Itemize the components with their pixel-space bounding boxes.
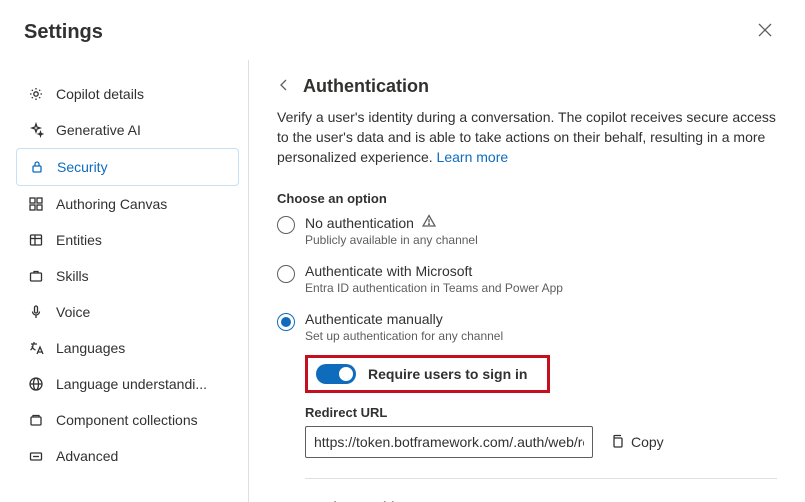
option-subtitle: Set up authentication for any channel [305,329,503,343]
close-icon [758,23,772,42]
redirect-url-row: Copy [305,426,777,458]
sidebar-item-generative-ai[interactable]: Generative AI [16,112,239,148]
sidebar-item-voice[interactable]: Voice [16,294,239,330]
entities-icon [28,232,44,248]
advanced-icon [28,448,44,464]
sidebar-item-languages[interactable]: Languages [16,330,239,366]
option-auth-manual[interactable]: Authenticate manually Set up authenticat… [277,311,777,343]
option-title: Authenticate manually [305,311,503,327]
collections-icon [28,412,44,428]
section-title: Authentication [303,76,429,97]
sidebar-item-label: Security [57,159,108,175]
copy-button-label: Copy [631,434,664,450]
back-row: Authentication [277,76,777,97]
option-texts: No authentication Publicly available in … [305,214,478,247]
divider [305,478,777,479]
description-text: Verify a user's identity during a conver… [277,109,776,165]
sidebar-item-label: Copilot details [56,86,144,102]
sidebar-item-advanced[interactable]: Advanced [16,438,239,474]
require-signin-label: Require users to sign in [368,366,527,382]
briefcase-icon [28,268,44,284]
sidebar-item-authoring-canvas[interactable]: Authoring Canvas [16,186,239,222]
sidebar-item-label: Skills [56,268,89,284]
panel-body: Copilot details Generative AI Security A… [0,60,805,502]
sidebar-item-label: Voice [56,304,90,320]
option-texts: Authenticate manually Set up authenticat… [305,311,503,343]
sidebar-item-security[interactable]: Security [16,148,239,186]
main-content: Authentication Verify a user's identity … [248,60,805,502]
require-signin-highlight: Require users to sign in [305,355,550,393]
sidebar-item-copilot-details[interactable]: Copilot details [16,76,239,112]
auth-radio-group: No authentication Publicly available in … [277,214,777,343]
choose-option-label: Choose an option [277,191,777,206]
option-auth-microsoft[interactable]: Authenticate with Microsoft Entra ID aut… [277,263,777,295]
back-button[interactable] [277,78,291,95]
sidebar-item-label: Component collections [56,412,198,428]
gear-icon [28,86,44,102]
chevron-left-icon [277,78,291,95]
option-title: Authenticate with Microsoft [305,263,563,279]
sidebar-item-label: Advanced [56,448,118,464]
option-subtitle: Entra ID authentication in Teams and Pow… [305,281,563,295]
option-texts: Authenticate with Microsoft Entra ID aut… [305,263,563,295]
require-signin-toggle[interactable] [316,364,356,384]
settings-panel: Settings Copilot details Generative AI S… [0,0,805,502]
option-subtitle: Publicly available in any channel [305,233,478,247]
copy-button[interactable]: Copy [605,429,668,456]
sidebar-item-label: Generative AI [56,122,141,138]
languages-icon [28,340,44,356]
sidebar-item-label: Languages [56,340,125,356]
section-description: Verify a user's identity during a conver… [277,107,777,167]
lock-icon [29,159,45,175]
manual-auth-section: Require users to sign in Redirect URL Co… [305,355,777,502]
redirect-url-label: Redirect URL [305,405,777,420]
close-button[interactable] [749,16,781,48]
globe-icon [28,376,44,392]
option-no-auth[interactable]: No authentication Publicly available in … [277,214,777,247]
warning-icon [422,215,436,231]
radio-input[interactable] [277,265,295,283]
option-title-text: No authentication [305,215,414,231]
sidebar-item-label: Authoring Canvas [56,196,167,212]
sidebar: Copilot details Generative AI Security A… [8,60,248,502]
redirect-url-input[interactable] [305,426,593,458]
sidebar-item-label: Language understandi... [56,376,207,392]
sidebar-item-language-understanding[interactable]: Language understandi... [16,366,239,402]
voice-icon [28,304,44,320]
copy-icon [609,433,625,452]
page-title: Settings [24,21,103,44]
sparkle-icon [28,122,44,138]
panel-header: Settings [0,0,805,60]
learn-more-link[interactable]: Learn more [437,149,509,165]
sidebar-item-skills[interactable]: Skills [16,258,239,294]
grid-icon [28,196,44,212]
radio-input[interactable] [277,313,295,331]
sidebar-item-label: Entities [56,232,102,248]
radio-input[interactable] [277,216,295,234]
sidebar-item-component-collections[interactable]: Component collections [16,402,239,438]
option-title: No authentication [305,214,478,231]
sidebar-item-entities[interactable]: Entities [16,222,239,258]
